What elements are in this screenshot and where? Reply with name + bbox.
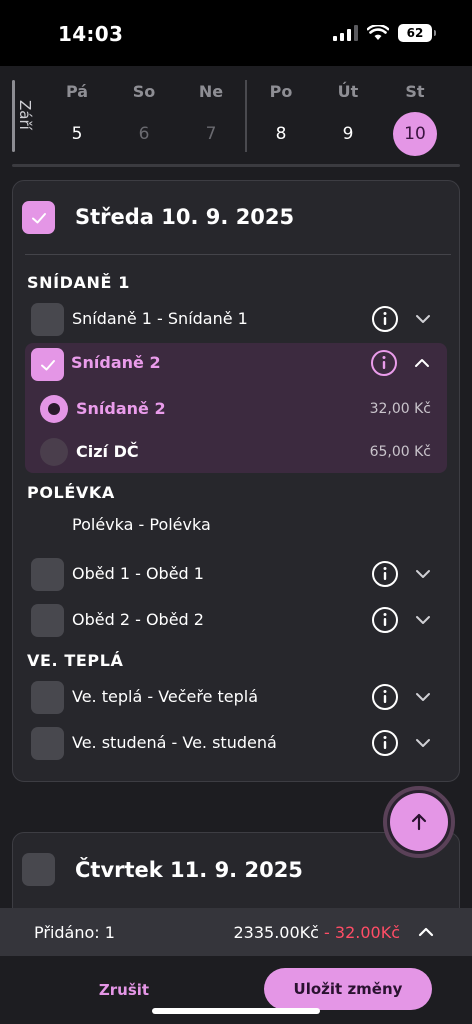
month-label: Září xyxy=(16,100,34,130)
info-icon[interactable] xyxy=(371,560,399,588)
battery-icon: 62 xyxy=(398,24,436,42)
meal-checkbox[interactable] xyxy=(31,303,64,336)
total-amount: 2335.00Kč xyxy=(233,923,319,942)
day-number: 8 xyxy=(275,124,287,144)
added-count: Přidáno: 1 xyxy=(34,923,115,942)
info-icon[interactable] xyxy=(371,606,399,634)
chevron-up-icon[interactable] xyxy=(416,922,436,942)
home-indicator xyxy=(152,1008,320,1014)
day-sat[interactable]: So 6 xyxy=(114,82,174,156)
day-sun[interactable]: Ne 7 xyxy=(181,82,241,156)
info-icon[interactable] xyxy=(370,349,398,377)
info-icon[interactable] xyxy=(371,683,399,711)
day-name: St xyxy=(405,82,425,101)
meal-label: Oběd 1 - Oběd 1 xyxy=(72,564,204,583)
option-row-cizi[interactable]: Cizí DČ 65,00 Kč xyxy=(25,432,447,472)
meal-row-obed2: Oběd 2 - Oběd 2 xyxy=(27,600,447,640)
meal-checkbox-checked[interactable] xyxy=(31,348,64,381)
day-wed-selected[interactable]: St 10 xyxy=(385,82,445,156)
option-price: 32,00 Kč xyxy=(369,401,431,417)
chevron-down-icon[interactable] xyxy=(413,610,433,630)
wifi-icon xyxy=(367,25,389,40)
meal-row-ve-tepla: Ve. teplá - Večeře teplá xyxy=(27,677,447,717)
meal-row-snidane2: Snídaně 2 xyxy=(25,343,447,383)
day-card: Středa 10. 9. 2025 SNÍDANĚ 1 Snídaně 1 -… xyxy=(12,180,460,782)
meal-label: Snídaně 2 xyxy=(71,353,161,372)
meal-checkbox[interactable] xyxy=(31,727,64,760)
arrow-up-icon xyxy=(411,813,427,831)
meal-label: Ve. studená - Ve. studená xyxy=(72,733,277,752)
meal-checkbox[interactable] xyxy=(31,604,64,637)
day-tue[interactable]: Út 9 xyxy=(318,82,378,156)
meal-label: Ve. teplá - Večeře teplá xyxy=(72,687,259,706)
scroll-top-button[interactable] xyxy=(390,793,448,851)
day-number: 5 xyxy=(71,124,83,144)
meal-row-polevka: Polévka - Polévka xyxy=(27,505,447,545)
chevron-down-icon[interactable] xyxy=(413,687,433,707)
price-total: 2335.00Kč - 32.00Kč xyxy=(234,923,401,942)
week-underline xyxy=(12,164,460,167)
checkmark-icon xyxy=(40,359,55,370)
status-indicators: 62 xyxy=(333,24,436,42)
option-row-snidane2[interactable]: Snídaně 2 32,00 Kč xyxy=(25,389,447,429)
status-time: 14:03 xyxy=(58,22,124,46)
info-icon[interactable] xyxy=(371,305,399,333)
option-price: 65,00 Kč xyxy=(369,444,431,460)
expanded-meal-panel: Snídaně 2 Snídaně 2 32,00 Kč Cizí DČ 65,… xyxy=(25,343,447,473)
chevron-down-icon[interactable] xyxy=(413,564,433,584)
option-radio[interactable] xyxy=(40,438,68,466)
status-bar: 14:03 62 xyxy=(0,0,472,66)
day-fri[interactable]: Pá 5 xyxy=(47,82,107,156)
meal-row-obed1: Oběd 1 - Oběd 1 xyxy=(27,554,447,594)
section-title-snidane: SNÍDANĚ 1 xyxy=(27,273,130,292)
meal-checkbox[interactable] xyxy=(31,681,64,714)
section-title-polevka: POLÉVKA xyxy=(27,483,115,502)
day-number: 7 xyxy=(205,124,217,144)
summary-bar[interactable]: Přidáno: 1 2335.00Kč - 32.00Kč xyxy=(0,908,472,956)
cancel-button[interactable]: Zrušit xyxy=(80,976,168,1004)
meal-checkbox[interactable] xyxy=(31,558,64,591)
day-select-checkbox[interactable] xyxy=(22,853,55,886)
week-separator xyxy=(245,80,247,152)
meal-row-ve-studena: Ve. studená - Ve. studená xyxy=(27,723,447,763)
app-root: 14:03 62 Září Pá 5 So 6 Ne 7 Po 8 Út 9 S… xyxy=(0,0,472,1024)
meal-label: Polévka - Polévka xyxy=(72,515,211,534)
day-mon[interactable]: Po 8 xyxy=(251,82,311,156)
chevron-up-icon[interactable] xyxy=(412,353,432,373)
day-number: 10 xyxy=(393,112,437,156)
day-name: Ne xyxy=(198,82,224,101)
day-name: So xyxy=(132,82,156,101)
price-delta: - 32.00Kč xyxy=(324,923,400,942)
info-icon[interactable] xyxy=(371,729,399,757)
chevron-down-icon[interactable] xyxy=(413,309,433,329)
day-select-checkbox[interactable] xyxy=(22,201,55,234)
meal-label: Oběd 2 - Oběd 2 xyxy=(72,610,204,629)
chevron-down-icon[interactable] xyxy=(413,733,433,753)
option-radio-selected[interactable] xyxy=(40,395,68,423)
meal-row-snidane1: Snídaně 1 - Snídaně 1 xyxy=(27,299,447,339)
day-number: 6 xyxy=(138,124,150,144)
option-label: Cizí DČ xyxy=(76,442,139,461)
day-card-header: Středa 10. 9. 2025 xyxy=(13,181,459,255)
meal-label: Snídaně 1 - Snídaně 1 xyxy=(72,309,248,328)
day-number: 9 xyxy=(342,124,354,144)
section-title-ve-tepla: VE. TEPLÁ xyxy=(27,651,124,670)
bottom-actions: Zrušit Uložit změny xyxy=(0,956,472,1024)
week-strip: Září Pá 5 So 6 Ne 7 Po 8 Út 9 St 10 xyxy=(0,66,472,170)
day-name: Po xyxy=(269,82,293,101)
month-divider xyxy=(12,80,15,152)
checkmark-icon xyxy=(31,212,46,223)
day-name: Pá xyxy=(65,82,89,101)
cellular-signal-icon xyxy=(333,25,358,41)
save-button[interactable]: Uložit změny xyxy=(264,968,432,1010)
header-divider xyxy=(25,254,451,255)
day-title: Středa 10. 9. 2025 xyxy=(75,205,295,229)
option-label: Snídaně 2 xyxy=(76,399,166,418)
day-name: Út xyxy=(337,82,359,101)
day-title: Čtvrtek 11. 9. 2025 xyxy=(75,858,303,882)
